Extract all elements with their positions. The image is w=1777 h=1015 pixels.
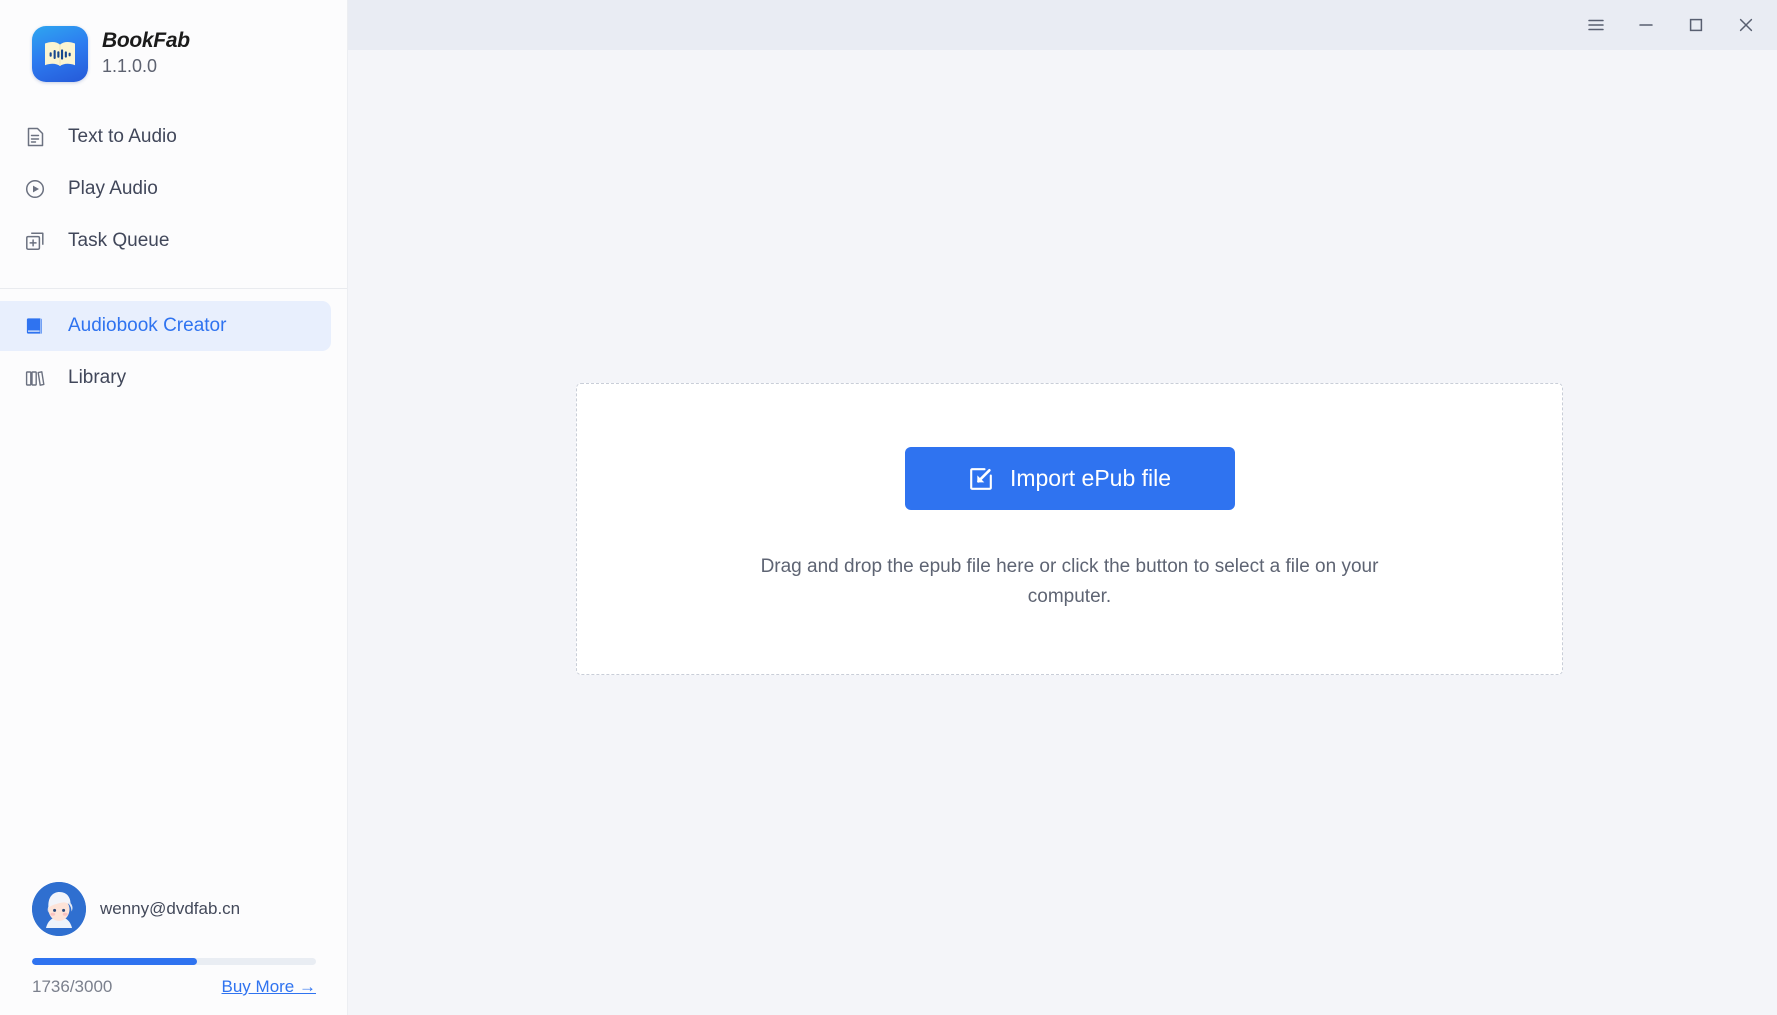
sidebar-item-label: Text to Audio xyxy=(68,126,177,147)
brand-text: BookFab 1.1.0.0 xyxy=(102,29,190,79)
import-epub-button[interactable]: Import ePub file xyxy=(904,447,1235,511)
quota-count: 1736/3000 xyxy=(32,977,113,996)
app-name: BookFab xyxy=(102,29,190,53)
content-area: Import ePub file Drag and drop the epub … xyxy=(348,50,1777,1015)
quota-row: 1736/3000 Buy More → xyxy=(32,977,316,997)
book-icon xyxy=(22,313,48,339)
sidebar: BookFab 1.1.0.0 Text to Audio Play Audio… xyxy=(0,0,348,1015)
title-bar xyxy=(348,0,1777,50)
sidebar-divider xyxy=(0,288,347,289)
brand-header: BookFab 1.1.0.0 xyxy=(0,0,347,82)
bookshelf-icon xyxy=(22,365,48,391)
sidebar-item-task-queue[interactable]: Task Queue xyxy=(0,216,331,266)
import-epub-button-label: Import ePub file xyxy=(1009,465,1172,492)
epub-dropzone[interactable]: Import ePub file Drag and drop the epub … xyxy=(576,383,1563,675)
import-file-icon xyxy=(968,466,994,492)
main-pane: Import ePub file Drag and drop the epub … xyxy=(348,0,1777,1015)
sidebar-item-label: Play Audio xyxy=(68,178,158,199)
sidebar-secondary-nav: Audiobook Creator Library xyxy=(0,301,347,403)
play-circle-icon xyxy=(22,176,48,202)
quota-progress-fill xyxy=(32,958,197,965)
sidebar-item-label: Library xyxy=(68,367,127,388)
sidebar-item-library[interactable]: Library xyxy=(0,353,331,403)
open-book-waveform-icon xyxy=(32,26,88,82)
hamburger-menu-icon[interactable] xyxy=(1571,0,1621,50)
sidebar-item-text-to-audio[interactable]: Text to Audio xyxy=(0,112,331,162)
maximize-icon[interactable] xyxy=(1671,0,1721,50)
minimize-icon[interactable] xyxy=(1621,0,1671,50)
quota-progress-bar xyxy=(32,958,316,965)
buy-more-link[interactable]: Buy More → xyxy=(222,977,316,997)
add-to-queue-icon xyxy=(22,228,48,254)
sidebar-item-audiobook-creator[interactable]: Audiobook Creator xyxy=(0,301,331,351)
sidebar-item-label: Task Queue xyxy=(68,230,170,251)
sidebar-item-label: Audiobook Creator xyxy=(68,315,227,336)
sidebar-item-play-audio[interactable]: Play Audio xyxy=(0,164,331,214)
avatar xyxy=(32,882,86,936)
document-text-icon xyxy=(22,124,48,150)
account-panel: wenny@dvdfab.cn 1736/3000 Buy More → xyxy=(0,882,348,1015)
sidebar-primary-nav: Text to Audio Play Audio Task Queue xyxy=(0,112,347,266)
account-email: wenny@dvdfab.cn xyxy=(100,899,241,918)
account-row[interactable]: wenny@dvdfab.cn xyxy=(32,882,316,936)
app-window: BookFab 1.1.0.0 Text to Audio Play Audio… xyxy=(0,0,1777,1015)
dropzone-hint-text: Drag and drop the epub file here or clic… xyxy=(760,556,1379,607)
close-icon[interactable] xyxy=(1721,0,1771,50)
app-version: 1.1.0.0 xyxy=(102,56,158,77)
